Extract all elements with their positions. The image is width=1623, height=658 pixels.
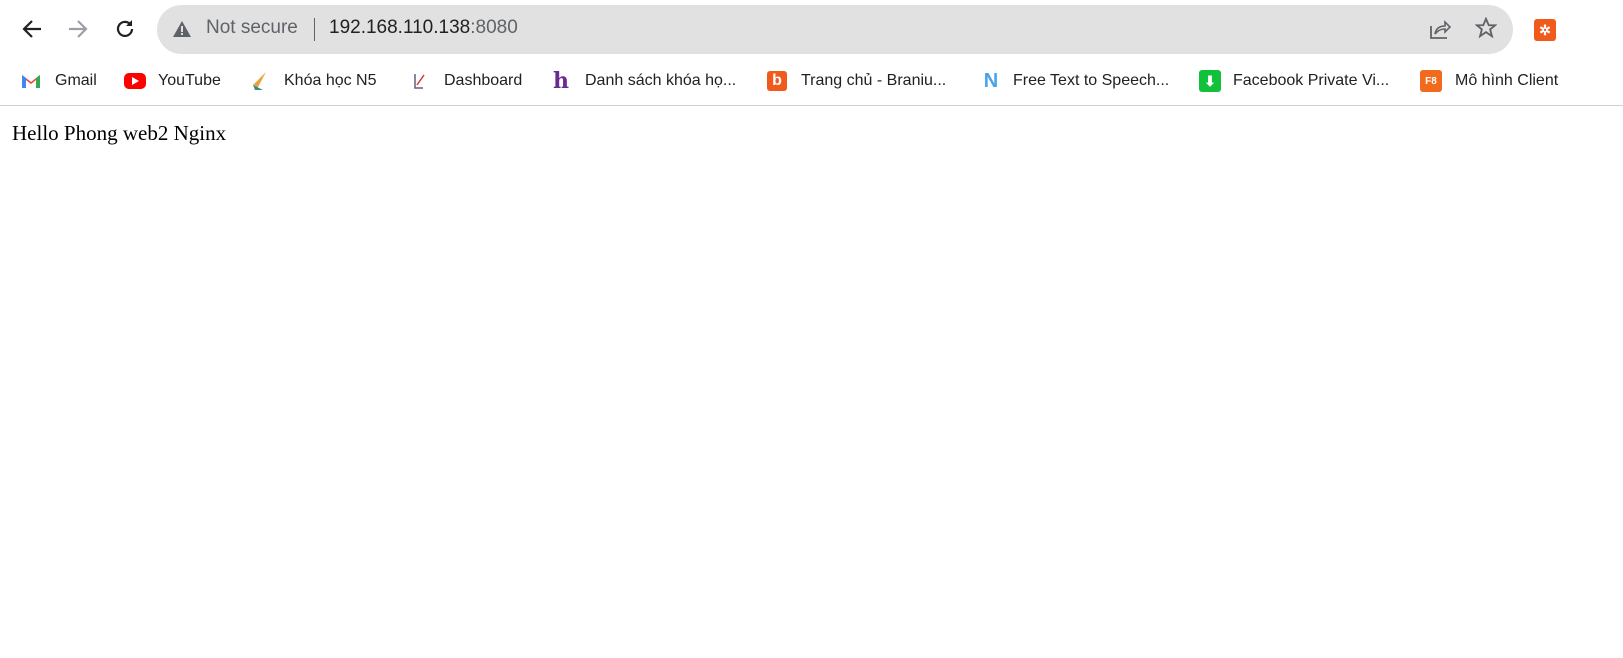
- page-body-text: Hello Phong web2 Nginx: [12, 121, 227, 145]
- bookmark-label: Gmail: [55, 72, 97, 89]
- bookmark-label: Free Text to Speech...: [1013, 72, 1170, 89]
- divider: [314, 18, 315, 41]
- browser-toolbar: Not secure 192.168.110.138:8080 ✲: [0, 0, 1623, 60]
- extension-icon-glyph: ✲: [1539, 21, 1551, 38]
- bookmark-label: Trang chủ - Braniu...: [801, 72, 947, 89]
- security-status[interactable]: Not secure: [206, 17, 298, 39]
- bookmark-label: Facebook Private Vi...: [1233, 72, 1390, 89]
- h-logo-icon: h: [553, 68, 569, 94]
- b-logo-icon: b: [767, 71, 787, 91]
- url-host: 192.168.110.138: [329, 17, 471, 38]
- bookmark-free-text-to-speech[interactable]: N Free Text to Speech...: [981, 69, 1169, 93]
- url-port: :8080: [470, 17, 518, 38]
- n-logo-icon: N: [983, 69, 999, 92]
- bookmark-trang-chu-branium[interactable]: b Trang chủ - Braniu...: [767, 69, 946, 93]
- arrow-left-icon: [22, 20, 41, 38]
- address-bar[interactable]: Not secure 192.168.110.138:8080: [157, 5, 1513, 54]
- share-icon[interactable]: [1429, 18, 1451, 40]
- reload-button[interactable]: [110, 14, 140, 44]
- back-button[interactable]: [17, 14, 47, 44]
- bookmark-label: Danh sách khóa họ...: [585, 72, 737, 89]
- dashboard-icon: [410, 71, 430, 91]
- youtube-icon: [124, 73, 146, 89]
- bookmarks-bar: Gmail YouTube Khóa học N5 Dashboard h Da…: [0, 60, 1623, 106]
- extension-icon[interactable]: ✲: [1534, 19, 1556, 41]
- bookmark-label: Khóa học N5: [284, 72, 377, 89]
- bookmark-danh-sach-khoa-hoc[interactable]: h Danh sách khóa họ...: [551, 68, 737, 94]
- download-icon: ⬇: [1199, 70, 1221, 92]
- f8-logo-icon: F8: [1420, 70, 1442, 92]
- bookmark-gmail[interactable]: Gmail: [21, 69, 97, 93]
- bookmark-youtube[interactable]: YouTube: [124, 69, 221, 93]
- bookmark-label: YouTube: [158, 72, 221, 89]
- reload-icon: [116, 20, 134, 37]
- bookmark-label: Mô hình Client: [1455, 72, 1559, 89]
- bookmark-star-icon[interactable]: [1475, 17, 1497, 39]
- url-text[interactable]: 192.168.110.138:8080: [329, 17, 518, 39]
- bookmark-mo-hinh-client[interactable]: F8 Mô hình Client: [1420, 69, 1558, 93]
- forward-button[interactable]: [63, 14, 93, 44]
- warning-icon: [173, 21, 191, 37]
- khoa-hoc-icon: [250, 71, 270, 91]
- arrow-right-icon: [69, 20, 88, 38]
- bookmark-khoa-hoc-n5[interactable]: Khóa học N5: [250, 69, 377, 93]
- bookmark-facebook-private-video[interactable]: ⬇ Facebook Private Vi...: [1199, 69, 1389, 93]
- bookmark-dashboard[interactable]: Dashboard: [410, 69, 522, 93]
- gmail-icon: [21, 71, 41, 91]
- bookmark-label: Dashboard: [444, 72, 523, 89]
